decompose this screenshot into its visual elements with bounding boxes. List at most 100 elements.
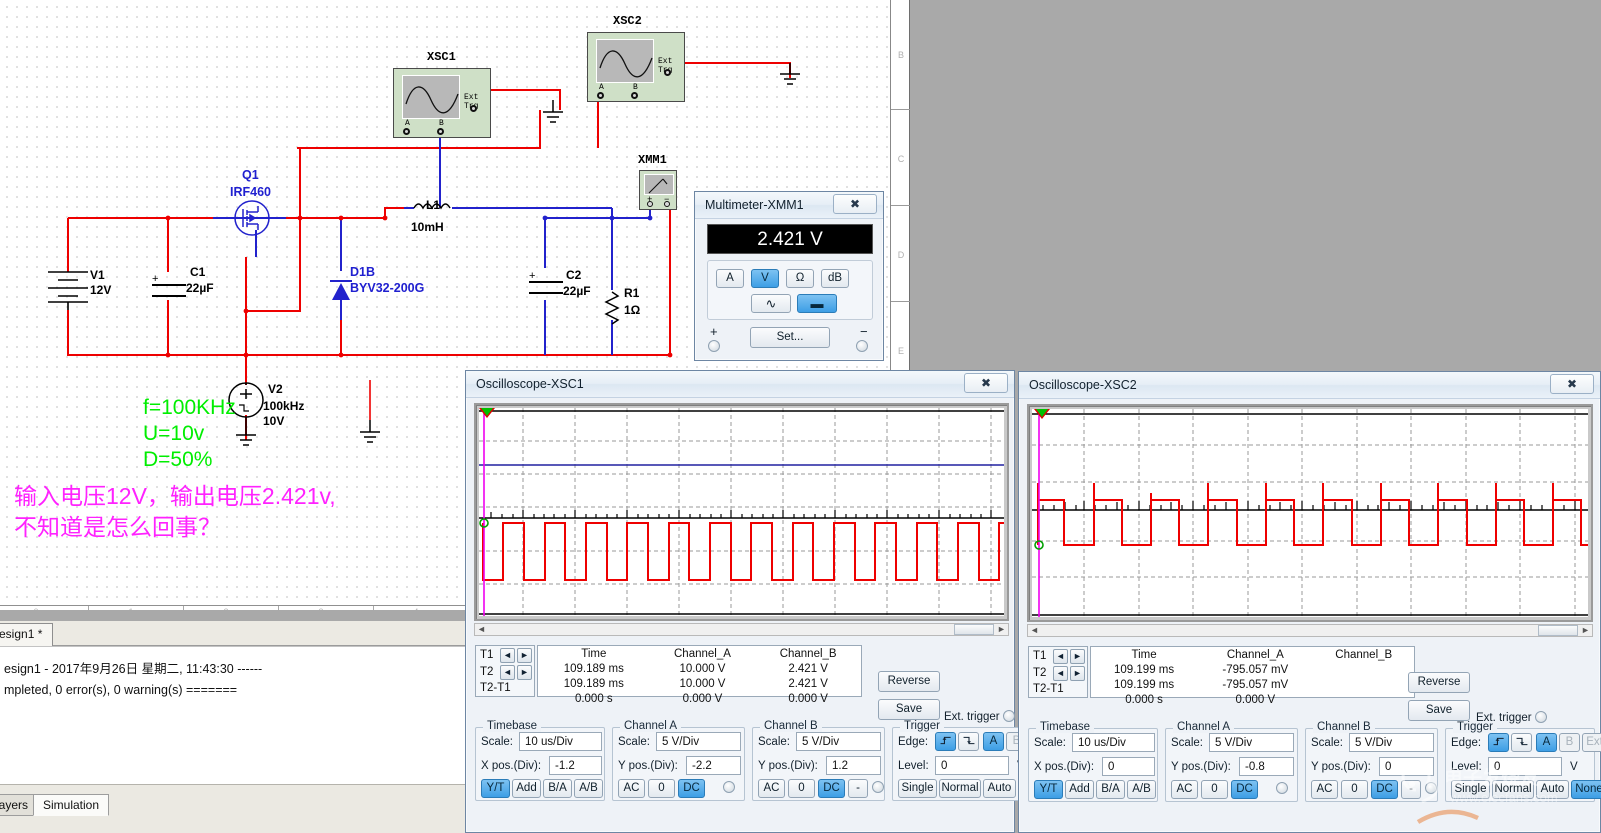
xsc2-pin-a[interactable]	[597, 92, 604, 99]
xsc1-mode-ba[interactable]: B/A	[543, 779, 572, 798]
xsc2-ext-trigger-terminal[interactable]	[1535, 711, 1547, 723]
xsc1-scroll-thumb[interactable]	[954, 624, 994, 635]
xsc1-cha-ypos[interactable]: -2.2	[686, 756, 741, 775]
xsc2-timebase-scale[interactable]: 10 us/Div	[1072, 733, 1155, 752]
xsc2-t1-left-icon[interactable]: ◄	[1053, 649, 1068, 664]
xsc1-ext-trigger-terminal[interactable]	[1003, 710, 1015, 722]
xsc2-cha-ac[interactable]: AC	[1171, 780, 1198, 799]
xsc2-mode-ba[interactable]: B/A	[1096, 780, 1125, 799]
xsc1-scroll-left-icon[interactable]: ◄	[475, 624, 488, 635]
xsc1-cha-gnd[interactable]: 0	[648, 779, 675, 798]
multimeter-terminal-minus[interactable]	[856, 340, 868, 352]
xsc1-cursor-box[interactable]: T1 ◄ ► T2 ◄ ► T2-T1	[475, 645, 535, 697]
xsc1-close-icon[interactable]: ✖	[964, 373, 1008, 393]
xsc1-reverse-button[interactable]: Reverse	[878, 671, 940, 692]
xsc2-save-button[interactable]: Save	[1408, 700, 1470, 721]
xsc2-cursor-box[interactable]: T1 ◄ ► T2 ◄ ► T2-T1	[1028, 646, 1088, 698]
multimeter-mode-dB[interactable]: dB	[821, 269, 849, 288]
xsc2-pin-ext[interactable]	[664, 69, 671, 76]
xsc1-chb-gnd[interactable]: 0	[788, 779, 815, 798]
xsc2-t2-right-icon[interactable]: ►	[1070, 666, 1085, 681]
multimeter-mode-A[interactable]: A	[716, 269, 744, 288]
xsc1-cha-scale[interactable]: 5 V/Div	[656, 732, 741, 751]
xsc1-cha-ac[interactable]: AC	[618, 779, 645, 798]
xsc2-t2-left-icon[interactable]: ◄	[1053, 666, 1068, 681]
xsc1-trigger-single[interactable]: Single	[898, 779, 937, 798]
xsc2-chb-ac[interactable]: AC	[1311, 780, 1338, 799]
xsc2-mode-yt[interactable]: Y/T	[1034, 780, 1063, 799]
xsc1-t2-right-icon[interactable]: ►	[517, 665, 532, 680]
xsc1-pin-a[interactable]	[403, 128, 410, 135]
xsc1-chb-ypos[interactable]: 1.2	[826, 756, 881, 775]
xsc2-mode-ab[interactable]: A/B	[1127, 780, 1156, 799]
xsc1-chb-ac[interactable]: AC	[758, 779, 785, 798]
multimeter-window[interactable]: Multimeter-XMM1 ✖ 2.421 V A V Ω dB ∿ ▬ +…	[694, 191, 884, 361]
xsc1-edge-rising-icon[interactable]	[935, 732, 956, 751]
xsc1-level-value[interactable]: 0	[935, 756, 1009, 775]
xsc1-mode-add[interactable]: Add	[512, 779, 541, 798]
multimeter-terminal-plus[interactable]	[708, 340, 720, 352]
multimeter-mode-ohm[interactable]: Ω	[786, 269, 814, 288]
xsc1-edge-source-a[interactable]: A	[983, 732, 1004, 751]
xsc1-trigger-normal[interactable]: Normal	[939, 779, 981, 798]
xsc1-trigger-auto[interactable]: Auto	[983, 779, 1016, 798]
xsc2-reverse-button[interactable]: Reverse	[1408, 672, 1470, 693]
xsc1-chb-invert[interactable]: -	[848, 779, 868, 798]
xsc1-chb-scale[interactable]: 5 V/Div	[796, 732, 881, 751]
xsc2-cha-terminal[interactable]	[1276, 782, 1288, 794]
xsc1-pin-ext[interactable]	[470, 105, 477, 112]
xsc1-mode-yt[interactable]: Y/T	[481, 779, 510, 798]
xsc1-timebase-scale[interactable]: 10 us/Div	[519, 732, 602, 751]
xsc1-t2-left-icon[interactable]: ◄	[500, 665, 515, 680]
instrument-XMM1[interactable]: + −	[639, 170, 677, 210]
bottom-tab-simulation[interactable]: Simulation	[33, 794, 110, 816]
xsc1-cha-terminal[interactable]	[723, 781, 735, 793]
xsc2-chb-gnd[interactable]: 0	[1341, 780, 1368, 799]
oscilloscope-xsc1-window[interactable]: Oscilloscope-XSC1 ✖ ◄ ► T1 ◄ ► T2 ◄ ► T2…	[465, 370, 1054, 833]
xsc1-screen-scrollbar[interactable]: ◄ ►	[474, 623, 1009, 636]
xsc1-t1-left-icon[interactable]: ◄	[500, 648, 515, 663]
xsc2-cha-scale[interactable]: 5 V/Div	[1209, 733, 1294, 752]
multimeter-close-icon[interactable]: ✖	[833, 194, 877, 214]
xsc2-scroll-right-icon[interactable]: ►	[1579, 625, 1592, 636]
xsc2-chb-dc[interactable]: DC	[1371, 780, 1398, 799]
xsc1-xpos[interactable]: -1.2	[549, 756, 602, 775]
multimeter-coupling-ac-icon[interactable]: ∿	[751, 294, 791, 313]
xsc1-chb-terminal[interactable]	[872, 781, 884, 793]
xsc1-titlebar[interactable]: Oscilloscope-XSC1 ✖	[466, 371, 1014, 398]
xsc2-screen[interactable]	[1032, 409, 1588, 617]
instrument-XSC2[interactable]: A B Ext Trg	[587, 32, 685, 102]
xsc1-screen[interactable]	[479, 408, 1004, 616]
xsc1-t1-right-icon[interactable]: ►	[517, 648, 532, 663]
xsc1-mode-ab[interactable]: A/B	[574, 779, 603, 798]
bottom-tab-bar[interactable]: layers Simulation	[0, 784, 465, 833]
design-tab[interactable]: esign1 *	[0, 623, 54, 646]
xsc2-cha-ypos[interactable]: -0.8	[1239, 757, 1294, 776]
xsc2-close-icon[interactable]: ✖	[1550, 374, 1594, 394]
xsc2-t1-right-icon[interactable]: ►	[1070, 649, 1085, 664]
xsc2-scroll-thumb[interactable]	[1538, 625, 1578, 636]
xsc2-cha-gnd[interactable]: 0	[1201, 780, 1228, 799]
xmm1-pin-minus[interactable]	[664, 201, 670, 207]
xsc2-xpos[interactable]: 0	[1102, 757, 1155, 776]
xsc2-cha-dc[interactable]: DC	[1231, 780, 1258, 799]
xsc1-chb-dc[interactable]: DC	[818, 779, 845, 798]
multimeter-mode-V[interactable]: V	[751, 269, 779, 288]
multimeter-coupling-dc-icon[interactable]: ▬	[797, 294, 837, 313]
xsc1-cha-dc[interactable]: DC	[678, 779, 705, 798]
xsc1-pin-b[interactable]	[437, 128, 444, 135]
xsc2-titlebar[interactable]: Oscilloscope-XSC2 ✖	[1019, 372, 1600, 399]
xmm1-pin-plus[interactable]	[647, 201, 653, 207]
design-tab-strip[interactable]: esign1 *	[0, 621, 465, 646]
spreadsheet-view[interactable]: esign1 - 2017年9月26日 星期二, 11:43:30 ------…	[0, 646, 465, 784]
xsc2-screen-scrollbar[interactable]: ◄ ►	[1027, 624, 1593, 637]
xsc2-scroll-left-icon[interactable]: ◄	[1028, 625, 1041, 636]
xsc1-scroll-right-icon[interactable]: ►	[995, 624, 1008, 635]
xsc2-pin-b[interactable]	[631, 92, 638, 99]
multimeter-titlebar[interactable]: Multimeter-XMM1 ✖	[695, 192, 883, 219]
multimeter-set-button[interactable]: Set...	[750, 327, 830, 348]
xsc1-save-button[interactable]: Save	[878, 699, 940, 720]
instrument-XSC1[interactable]: A B Ext Trg	[393, 68, 491, 138]
xsc1-edge-falling-icon[interactable]	[958, 732, 979, 751]
xsc2-mode-add[interactable]: Add	[1065, 780, 1094, 799]
